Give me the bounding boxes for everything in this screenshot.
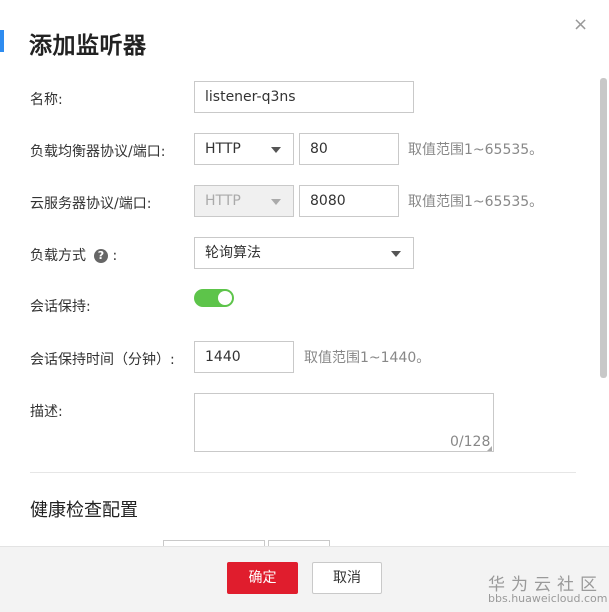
lb-method-label: 负载方式? : [30, 245, 117, 265]
session-sticky-toggle[interactable] [194, 289, 234, 307]
lb-method-colon: : [112, 248, 118, 264]
health-check-section-title: 健康检查配置 [30, 500, 138, 521]
description-counter: 0/128 [450, 434, 491, 450]
server-port-hint: 取值范围1~65535。 [408, 194, 544, 210]
lb-method-label-text: 负载方式 [30, 248, 86, 264]
lb-method-select[interactable]: 轮询算法 [194, 237, 414, 269]
chevron-down-icon [391, 251, 401, 257]
chevron-down-icon [271, 147, 281, 153]
server-protocol-port-label: 云服务器协议/端口: [30, 196, 152, 212]
section-divider [30, 472, 576, 473]
watermark-url: bbs.huaweicloud.com [488, 592, 608, 605]
lb-protocol-select[interactable]: HTTP [194, 133, 294, 165]
session-sticky-label: 会话保持: [30, 299, 91, 315]
description-label: 描述: [30, 404, 63, 420]
scrollbar[interactable] [600, 78, 607, 378]
name-input[interactable]: listener-q3ns [194, 81, 414, 113]
cancel-button[interactable]: 取消 [312, 562, 382, 594]
server-port-input[interactable]: 8080 [299, 185, 399, 217]
title-accent-bar [0, 30, 4, 52]
lb-port-input[interactable]: 80 [299, 133, 399, 165]
resize-handle-icon[interactable] [487, 446, 492, 451]
confirm-button[interactable]: 确定 [227, 562, 298, 594]
toggle-knob [218, 291, 232, 305]
dialog-title: 添加监听器 [29, 33, 147, 59]
server-protocol-select: HTTP [194, 185, 294, 217]
help-icon[interactable]: ? [94, 249, 108, 263]
close-icon[interactable]: × [573, 14, 588, 35]
lb-method-value: 轮询算法 [205, 245, 261, 261]
lb-protocol-value: HTTP [205, 141, 241, 157]
lb-protocol-port-label: 负载均衡器协议/端口: [30, 144, 166, 160]
description-textarea[interactable] [194, 393, 494, 452]
session-time-hint: 取值范围1~1440。 [304, 350, 431, 366]
name-label: 名称: [30, 92, 63, 108]
server-protocol-value: HTTP [205, 193, 241, 209]
session-time-label: 会话保持时间（分钟）: [30, 352, 175, 368]
chevron-down-icon [271, 199, 281, 205]
lb-port-hint: 取值范围1~65535。 [408, 142, 544, 158]
session-time-input[interactable]: 1440 [194, 341, 294, 373]
